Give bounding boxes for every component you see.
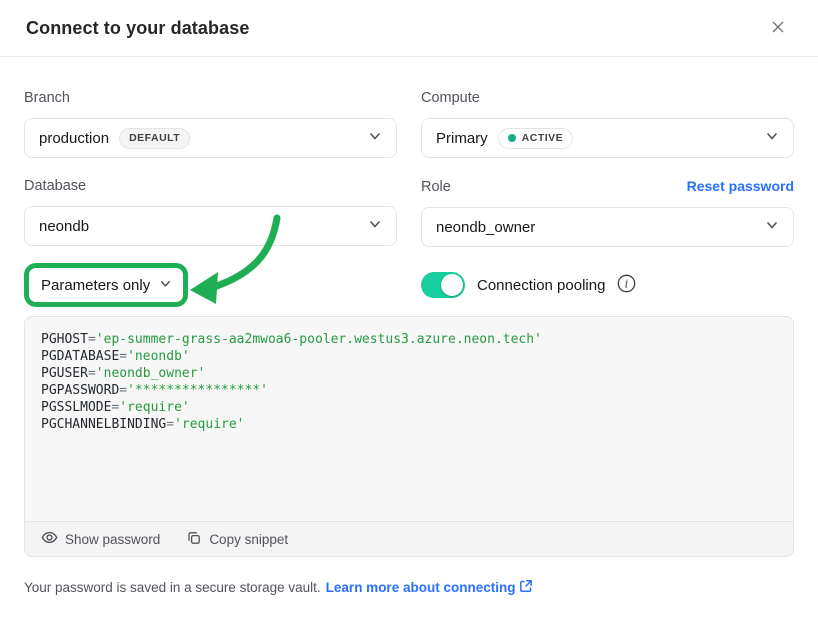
- connection-pooling-toggle[interactable]: [421, 272, 465, 298]
- role-label: Role: [421, 179, 451, 195]
- info-icon: i: [617, 274, 636, 296]
- connection-snippet-code: PGHOST='ep-summer-grass-aa2mwoa6-pooler.…: [25, 317, 793, 521]
- close-icon: [768, 17, 788, 40]
- chevron-down-icon: [159, 277, 172, 294]
- default-badge: DEFAULT: [119, 128, 190, 149]
- compute-label: Compute: [421, 90, 480, 106]
- toggle-knob: [441, 274, 463, 296]
- code-line: PGCHANNELBINDING='require': [41, 416, 777, 433]
- database-select[interactable]: neondb: [24, 206, 397, 246]
- compute-select[interactable]: Primary ACTIVE: [421, 118, 794, 158]
- chevron-down-icon: [765, 218, 779, 236]
- role-select[interactable]: neondb_owner: [421, 207, 794, 247]
- code-line: PGPASSWORD='****************': [41, 382, 777, 399]
- connection-snippet-block: PGHOST='ep-summer-grass-aa2mwoa6-pooler.…: [24, 316, 794, 557]
- eye-icon: [41, 529, 58, 549]
- svg-text:i: i: [625, 277, 629, 291]
- copy-icon: [186, 530, 202, 549]
- code-line: PGUSER='neondb_owner': [41, 365, 777, 382]
- snippet-type-value: Parameters only: [41, 277, 150, 294]
- chevron-down-icon: [368, 217, 382, 235]
- code-line: PGHOST='ep-summer-grass-aa2mwoa6-pooler.…: [41, 331, 777, 348]
- branch-label: Branch: [24, 90, 70, 106]
- compute-value: Primary: [436, 130, 488, 147]
- secure-storage-note: Your password is saved in a secure stora…: [24, 579, 794, 596]
- show-password-button[interactable]: Show password: [41, 529, 160, 549]
- snippet-footer-bar: Show password Copy snippet: [25, 521, 793, 556]
- dialog-body: Branch production DEFAULT Compute Primar…: [0, 90, 818, 596]
- chevron-down-icon: [368, 129, 382, 147]
- code-line: PGSSLMODE='require': [41, 399, 777, 416]
- branch-select[interactable]: production DEFAULT: [24, 118, 397, 158]
- copy-snippet-button[interactable]: Copy snippet: [186, 530, 288, 549]
- database-value: neondb: [39, 218, 89, 235]
- close-button[interactable]: [764, 13, 792, 44]
- connect-database-dialog: Connect to your database Branch producti…: [0, 0, 818, 628]
- external-link-icon: [519, 579, 533, 596]
- learn-more-link[interactable]: Learn more about connecting: [326, 579, 534, 596]
- database-field: Database neondb: [24, 178, 397, 247]
- active-badge: ACTIVE: [498, 128, 574, 149]
- role-field: Role Reset password neondb_owner: [421, 178, 794, 247]
- info-button[interactable]: i: [617, 274, 636, 296]
- reset-password-link[interactable]: Reset password: [687, 178, 794, 194]
- branch-value: production: [39, 130, 109, 147]
- connection-pooling-label: Connection pooling: [477, 277, 605, 294]
- compute-field: Compute Primary ACTIVE: [421, 90, 794, 158]
- chevron-down-icon: [765, 129, 779, 147]
- snippet-type-select[interactable]: Parameters only: [24, 263, 188, 307]
- code-line: PGDATABASE='neondb': [41, 348, 777, 365]
- role-value: neondb_owner: [436, 219, 535, 236]
- dialog-header: Connect to your database: [0, 0, 818, 57]
- active-status-dot: [508, 134, 516, 142]
- connection-pooling-row: Connection pooling i: [421, 263, 794, 307]
- branch-field: Branch production DEFAULT: [24, 90, 397, 158]
- dialog-title: Connect to your database: [26, 18, 249, 39]
- database-label: Database: [24, 178, 86, 194]
